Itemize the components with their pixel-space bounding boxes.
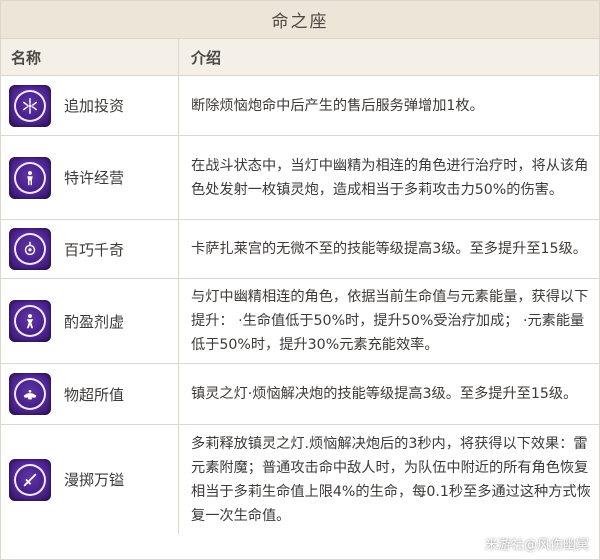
constellation-name: 漫掷万镒 xyxy=(64,471,125,489)
lantern-icon xyxy=(9,228,51,270)
figure-icon xyxy=(9,156,51,199)
constellation-name: 特许经营 xyxy=(64,169,125,187)
name-cell: 追加投资 xyxy=(1,76,179,135)
constellation-panel: 命之座 名称 介绍 追加投资 断除烦恼炮命中后产生的售后服务弹增加1枚。 特许经… xyxy=(0,0,600,560)
constellation-desc: 镇灵之灯·烦恼解决炮的技能等级提高3级。至多提升至15级。 xyxy=(191,386,578,402)
constellation-name: 酌盈剂虚 xyxy=(64,312,125,331)
table-row: 漫掷万镒 多莉释放镇灵之灯.烦恼解决炮后的3秒内，将获得以下效果：雷元素附魔；普… xyxy=(1,425,599,534)
name-cell: 百巧千奇 xyxy=(1,220,179,278)
name-cell: 漫掷万镒 xyxy=(1,425,179,534)
name-cell: 酌盈剂虚 xyxy=(1,279,179,363)
header-name: 名称 xyxy=(1,39,179,75)
table-row: 酌盈剂虚 与灯中幽精相连的角色，依据当前生命值与元素能量，获得以下提升： ·生命… xyxy=(1,279,599,364)
sparkle-burst-icon xyxy=(9,84,51,127)
table-row: 百巧千奇 卡萨扎莱宫的无微不至的技能等级提高3级。至多提升至15级。 xyxy=(1,220,599,279)
constellation-desc: 在战斗状态中，当灯中幽精为相连的角色进行治疗时，将从该角色处发射一枚镇灵炮，造成… xyxy=(191,157,589,198)
table-row: 追加投资 断除烦恼炮命中后产生的售后服务弹增加1枚。 xyxy=(1,76,599,136)
constellation-name: 追加投资 xyxy=(64,97,125,115)
figure-icon xyxy=(9,300,51,342)
constellation-name: 百巧千奇 xyxy=(64,240,125,259)
header-intro: 介绍 xyxy=(191,48,222,67)
constellation-desc: 与灯中幽精相连的角色，依据当前生命值与元素能量，获得以下提升： ·生命值低于50… xyxy=(191,289,589,353)
table-row: 特许经营 在战斗状态中，当灯中幽精为相连的角色进行治疗时，将从该角色处发射一枚镇… xyxy=(1,136,599,220)
name-cell: 特许经营 xyxy=(1,136,179,219)
panel-title: 命之座 xyxy=(1,1,599,39)
blade-icon xyxy=(9,458,51,501)
constellation-name: 物超所值 xyxy=(64,385,125,404)
constellation-desc: 多莉释放镇灵之灯.烦恼解决炮后的3秒内，将获得以下效果：雷元素附魔；普通攻击命中… xyxy=(191,435,591,524)
lamp-icon xyxy=(9,373,51,415)
name-cell: 物超所值 xyxy=(1,364,179,424)
table-row: 物超所值 镇灵之灯·烦恼解决炮的技能等级提高3级。至多提升至15级。 xyxy=(1,364,599,425)
watermark: 米游社@风伤幽冥 xyxy=(484,538,589,553)
table-header: 名称 介绍 xyxy=(1,39,599,76)
constellation-desc: 断除烦恼炮命中后产生的售后服务弹增加1枚。 xyxy=(191,97,484,114)
constellation-desc: 卡萨扎莱宫的无微不至的技能等级提高3级。至多提升至15级。 xyxy=(191,241,587,257)
